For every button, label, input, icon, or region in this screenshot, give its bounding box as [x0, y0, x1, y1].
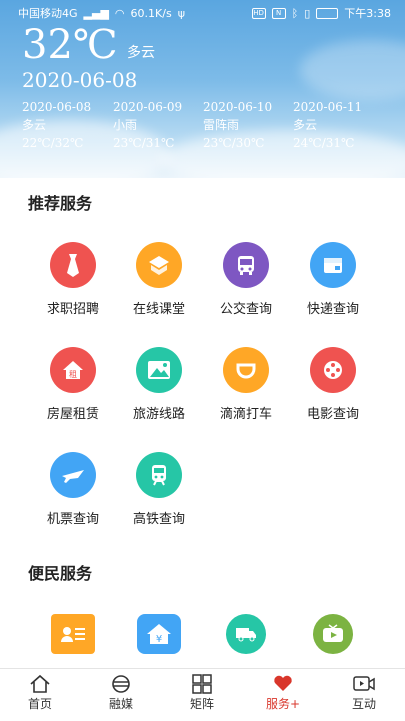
service-travel[interactable]: 旅游线路	[120, 347, 198, 422]
vibrate-icon: ▯	[304, 6, 311, 20]
service-flight[interactable]: 机票查询	[34, 452, 112, 527]
carrier-label: 中国移动4G	[18, 7, 78, 20]
svg-text:¥: ¥	[156, 634, 162, 645]
service-label: 电影查询	[306, 407, 359, 422]
recommended-title: 推荐服务	[28, 194, 93, 213]
forecast-date: 2020-06-10	[203, 100, 273, 114]
tab-media[interactable]: 融媒	[91, 673, 151, 712]
tie-icon	[50, 242, 96, 288]
forecast-day: 2020-06-11 多云 24℃/31℃	[293, 98, 362, 152]
video-icon	[334, 673, 394, 695]
train-icon	[136, 452, 182, 498]
forecast-date: 2020-06-09	[113, 100, 183, 114]
service-id-card[interactable]	[34, 614, 112, 654]
id-card-icon	[51, 614, 95, 654]
didi-icon	[223, 347, 269, 393]
cloud-decoration	[160, 130, 405, 178]
tv-icon	[313, 614, 353, 654]
tab-label: 融媒	[108, 697, 133, 711]
home-icon	[10, 673, 70, 695]
service-tv[interactable]	[294, 614, 372, 654]
service-label: 求职招聘	[46, 302, 99, 317]
wifi-icon: ◠	[114, 6, 125, 20]
plane-icon	[50, 452, 96, 498]
forecast-range: 24℃/31℃	[293, 136, 355, 150]
housing-fund-icon: ¥	[137, 614, 181, 654]
weather-header: 中国移动4G ▂▄▆ ◠ 60.1K/s ψ HD N ᛒ ▯ 下午3:38 3…	[0, 0, 405, 178]
house-icon: 租	[50, 347, 96, 393]
battery-icon	[316, 7, 339, 19]
tab-home[interactable]: 首页	[10, 673, 70, 712]
tab-label: 首页	[27, 697, 52, 711]
film-icon	[310, 347, 356, 393]
service-truck[interactable]	[207, 614, 285, 654]
current-temperature: 32℃	[22, 22, 118, 68]
heart-hand-icon	[253, 673, 313, 695]
current-date: 2020-06-08	[22, 68, 138, 92]
forecast-date: 2020-06-08	[22, 100, 92, 114]
current-condition: 多云	[127, 45, 155, 61]
service-housing-fund[interactable]: ¥	[120, 614, 198, 654]
forecast-range: 23℃/30℃	[203, 136, 265, 150]
forecast-day: 2020-06-08 多云 22℃/32℃	[22, 98, 91, 152]
service-bus[interactable]: 公交查询	[207, 242, 285, 317]
tab-matrix[interactable]: 矩阵	[172, 673, 232, 712]
service-label: 快递查询	[306, 302, 359, 317]
service-didi[interactable]: 滴滴打车	[207, 347, 285, 422]
service-label: 滴滴打车	[219, 407, 272, 422]
cloud-decoration	[300, 40, 405, 100]
book-icon	[136, 242, 182, 288]
tab-label: 矩阵	[189, 697, 214, 711]
service-label: 机票查询	[46, 512, 99, 527]
hd-icon: HD	[251, 7, 266, 19]
forecast-condition: 小雨	[113, 118, 138, 132]
tab-label: 服务+	[265, 697, 301, 711]
service-label: 高铁查询	[132, 512, 185, 527]
service-label: 在线课堂	[132, 302, 185, 317]
forecast-range: 23℃/31℃	[113, 136, 175, 150]
service-movie[interactable]: 电影查询	[294, 347, 372, 422]
bus-icon	[223, 242, 269, 288]
svg-text:租: 租	[69, 370, 77, 379]
clock: 下午3:38	[344, 7, 391, 20]
bottom-tab-bar: 首页 融媒 矩阵 服务+ 互动	[0, 668, 405, 721]
media-icon	[91, 673, 151, 695]
service-rental[interactable]: 租 房屋租赁	[34, 347, 112, 422]
service-label: 房屋租赁	[46, 407, 99, 422]
forecast-day: 2020-06-10 雷阵雨 23℃/30℃	[203, 98, 272, 152]
nfc-icon: N	[271, 7, 286, 19]
forecast-condition: 多云	[293, 118, 318, 132]
signal-icon: ▂▄▆	[83, 6, 109, 20]
service-train[interactable]: 高铁查询	[120, 452, 198, 527]
package-icon	[310, 242, 356, 288]
forecast-range: 22℃/32℃	[22, 136, 84, 150]
status-bar: 中国移动4G ▂▄▆ ◠ 60.1K/s ψ HD N ᛒ ▯ 下午3:38	[0, 0, 405, 24]
network-speed: 60.1K/s	[130, 6, 172, 20]
service-label: 旅游线路	[132, 407, 185, 422]
forecast-condition: 雷阵雨	[203, 118, 240, 132]
forecast-condition: 多云	[22, 118, 47, 132]
grid-icon	[172, 673, 232, 695]
service-job[interactable]: 求职招聘	[34, 242, 112, 317]
service-express[interactable]: 快递查询	[294, 242, 372, 317]
tab-interact[interactable]: 互动	[334, 673, 394, 712]
convenience-title: 便民服务	[28, 564, 93, 583]
service-label: 公交查询	[219, 302, 272, 317]
tab-label: 互动	[351, 697, 376, 711]
service-classroom[interactable]: 在线课堂	[120, 242, 198, 317]
mountain-icon	[136, 347, 182, 393]
bluetooth-icon: ᛒ	[291, 6, 299, 20]
forecast-day: 2020-06-09 小雨 23℃/31℃	[113, 98, 182, 152]
truck-icon	[226, 614, 266, 654]
forecast-date: 2020-06-11	[293, 100, 363, 114]
usb-icon: ψ	[177, 6, 185, 20]
tab-services[interactable]: 服务+	[253, 673, 313, 712]
